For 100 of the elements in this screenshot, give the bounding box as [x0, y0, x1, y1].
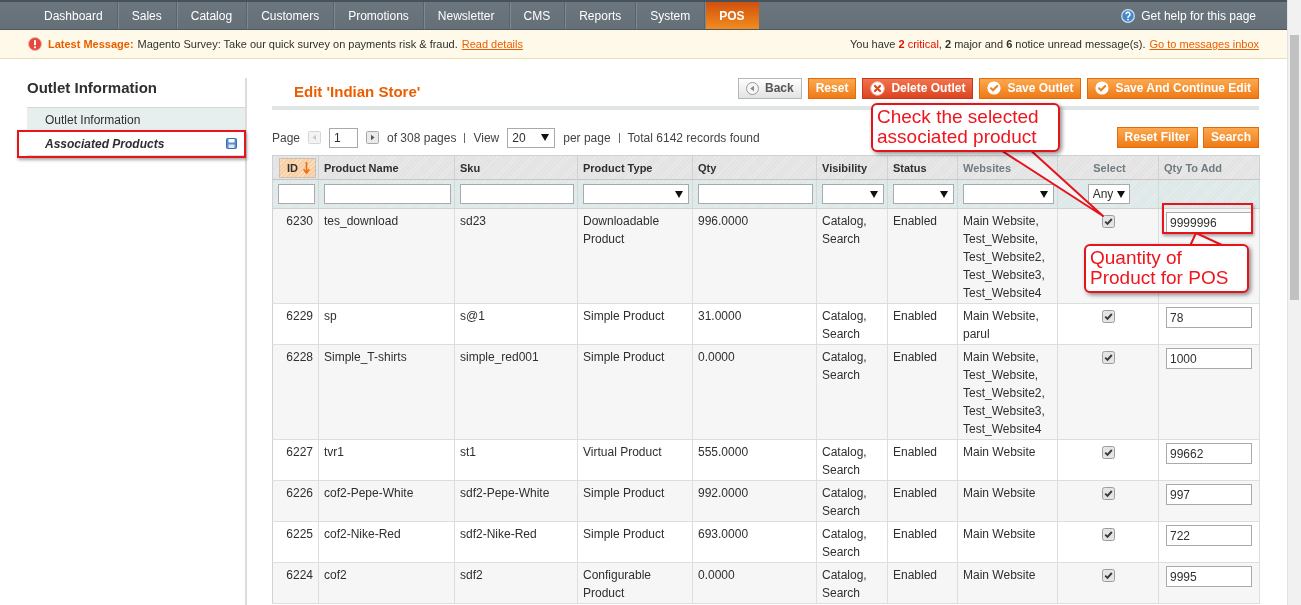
table-cell: Catalog, Search: [816, 344, 888, 440]
table-cell: 6230: [272, 208, 319, 304]
table-cell: Catalog, Search: [816, 521, 888, 563]
table-cell: Main Website, parul: [957, 303, 1058, 345]
table-cell: 6226: [272, 480, 319, 522]
table-cell: Main Website: [957, 480, 1058, 522]
qty-input[interactable]: 1000: [1166, 348, 1252, 369]
per-page-select[interactable]: 20: [507, 127, 556, 148]
table-cell: 6229: [272, 303, 319, 345]
table-cell: 6225: [272, 521, 319, 563]
next-page-button[interactable]: [366, 131, 380, 144]
filter-select[interactable]: Any: [1088, 184, 1130, 204]
action-button[interactable]: Delete Outlet: [862, 78, 974, 99]
caret-icon: [1117, 190, 1126, 198]
nav-menu-item[interactable]: Promotions: [333, 2, 423, 29]
table-cell: sd23: [454, 208, 578, 304]
alert-icon: [28, 37, 42, 51]
page-title: Edit 'Indian Store': [294, 83, 421, 101]
nav-menu-item[interactable]: Newsletter: [422, 2, 509, 29]
pager-label: View: [473, 130, 500, 145]
table-cell: tes_download: [318, 208, 455, 304]
action-button[interactable]: Back: [738, 78, 802, 99]
checkbox[interactable]: [1101, 351, 1115, 364]
table-cell: Main Website: [957, 521, 1058, 563]
annotation-callout: Check the selected associated product: [871, 103, 1060, 152]
checkbox[interactable]: [1101, 569, 1115, 582]
table-cell: Catalog, Search: [816, 208, 888, 304]
table-cell: sdf2-Pepe-White: [454, 480, 578, 522]
column-header[interactable]: Qty: [698, 157, 717, 178]
filter-input[interactable]: [698, 184, 813, 204]
filter-input[interactable]: [324, 184, 451, 204]
qty-input[interactable]: 722: [1166, 525, 1252, 546]
table-cell: Catalog, Search: [816, 439, 888, 481]
table-cell: 992.0000: [692, 480, 817, 522]
column-header: Qty To Add: [1164, 160, 1223, 176]
qty-input[interactable]: 997: [1166, 484, 1252, 505]
checkbox[interactable]: [1101, 446, 1115, 459]
table-cell: tvr1: [318, 439, 455, 481]
table-cell: cof2-Nike-Red: [318, 521, 455, 563]
help-link[interactable]: Get help for this page: [1141, 8, 1256, 23]
page-input[interactable]: 1: [329, 127, 359, 148]
check-icon: [987, 81, 1002, 95]
table-cell: 693.0000: [692, 521, 817, 563]
nav-menu-item[interactable]: Dashboard: [30, 2, 117, 29]
checkbox[interactable]: [1101, 310, 1115, 323]
column-header: Websites: [963, 160, 1012, 176]
inbox-link[interactable]: Go to messages inbox: [1149, 38, 1259, 50]
caret-icon: [940, 190, 948, 198]
checkbox[interactable]: [1101, 528, 1115, 541]
table-cell: Simple Product: [577, 303, 693, 345]
table-cell: Virtual Product: [577, 439, 693, 481]
help-icon: [1121, 8, 1136, 23]
message-label: Latest Message:: [48, 38, 134, 50]
filter-input[interactable]: [460, 184, 574, 204]
checkbox[interactable]: [1101, 215, 1115, 228]
nav-menu-item[interactable]: Sales: [116, 2, 176, 29]
sidebar-tab[interactable]: Outlet Information: [27, 108, 245, 132]
table-cell: 555.0000: [692, 439, 817, 481]
qty-input[interactable]: 99662: [1166, 443, 1252, 464]
table-cell: Catalog, Search: [816, 480, 888, 522]
scrollbar-thumb[interactable]: [1290, 35, 1299, 300]
qty-input[interactable]: 78: [1166, 307, 1252, 328]
column-header[interactable]: ID: [279, 157, 316, 178]
table-cell: Enabled: [887, 480, 958, 522]
table-cell: Simple Product: [577, 480, 693, 522]
table-cell: sdf2-Nike-Red: [454, 521, 578, 563]
table-cell: 996.0000: [692, 208, 817, 304]
table-cell: s@1: [454, 303, 578, 345]
table-cell: 31.0000: [692, 303, 817, 345]
nav-menu-item[interactable]: CMS: [508, 2, 565, 29]
caret-icon: [675, 190, 683, 198]
table-cell: Downloadable Product: [577, 208, 693, 304]
checkbox[interactable]: [1101, 487, 1115, 500]
table-cell: Main Website, Test_Website, Test_Website2, Test_Website3, Test_Website4: [957, 208, 1058, 304]
table-cell: Main Website: [957, 562, 1058, 604]
table-cell: Simple Product: [577, 344, 693, 440]
column-header: Select: [1092, 160, 1127, 176]
filter-select[interactable]: [822, 184, 884, 204]
check-icon: [1095, 81, 1110, 95]
sort-arrow-icon: [303, 161, 310, 174]
nav-menu-item[interactable]: Customers: [246, 2, 334, 29]
caret-icon: [870, 190, 878, 198]
table-cell: Simple_T-shirts: [318, 344, 455, 440]
table-cell: Configurable Product: [577, 562, 693, 604]
column-header[interactable]: Sku: [460, 157, 481, 178]
table-cell: sp: [318, 303, 455, 345]
filter-select[interactable]: [893, 184, 954, 204]
table-cell: cof2: [318, 562, 455, 604]
table-cell: 6224: [272, 562, 319, 604]
table-cell: Simple Product: [577, 521, 693, 563]
table-cell: st1: [454, 439, 578, 481]
table-cell: sdf2: [454, 562, 578, 604]
page-count: of 308 pages: [387, 130, 457, 145]
read-details-link[interactable]: Read details: [461, 38, 523, 50]
nav-menu-item[interactable]: Catalog: [175, 2, 247, 29]
table-cell: Main Website, Test_Website, Test_Website2, Test_Website3, Test_Website4: [957, 344, 1058, 440]
caret-icon: [1040, 190, 1048, 198]
qty-input[interactable]: 9995: [1166, 566, 1252, 587]
filter-input[interactable]: [278, 184, 315, 204]
nav-menu-item[interactable]: Reports: [564, 2, 636, 29]
